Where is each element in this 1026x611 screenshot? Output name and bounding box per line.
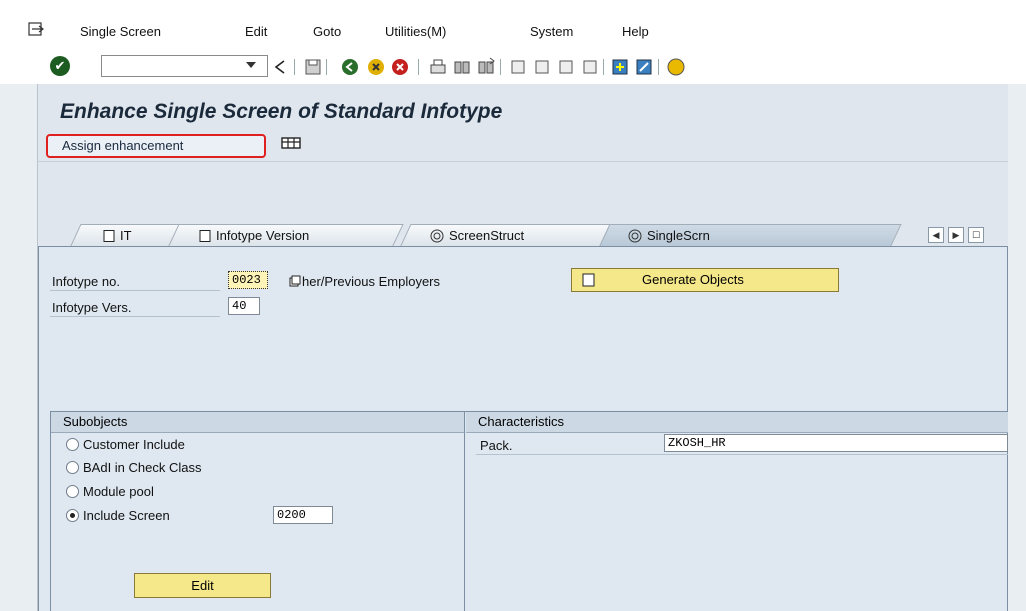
radio-badi-check-class[interactable] bbox=[66, 461, 79, 474]
infotype-vers-label: Infotype Vers. bbox=[52, 300, 132, 315]
last-page-icon[interactable] bbox=[580, 57, 600, 77]
cancel-red-icon[interactable] bbox=[390, 57, 410, 77]
assign-enhancement-button[interactable]: Assign enhancement bbox=[46, 134, 266, 158]
command-field[interactable] bbox=[101, 55, 268, 77]
infotype-vers-field[interactable]: 40 bbox=[228, 297, 260, 315]
assign-enhancement-label: Assign enhancement bbox=[62, 138, 184, 153]
separator bbox=[418, 59, 419, 75]
save-icon[interactable] bbox=[303, 57, 323, 77]
badi-check-class-label: BAdI in Check Class bbox=[83, 460, 202, 475]
spiral-icon bbox=[430, 229, 444, 242]
radio-module-pool[interactable] bbox=[66, 485, 79, 498]
document-icon bbox=[199, 229, 211, 242]
first-page-icon[interactable] bbox=[508, 57, 528, 77]
separator bbox=[326, 59, 327, 75]
next-page-icon[interactable] bbox=[556, 57, 576, 77]
include-screen-field[interactable]: 0200 bbox=[273, 506, 333, 524]
infotype-description: her/Previous Employers bbox=[302, 274, 440, 289]
radio-customer-include[interactable] bbox=[66, 438, 79, 451]
edit-button[interactable]: Edit bbox=[134, 573, 271, 598]
shortcut-icon[interactable] bbox=[634, 57, 654, 77]
find-next-icon[interactable] bbox=[476, 57, 496, 77]
separator bbox=[603, 59, 604, 75]
enter-check-icon[interactable]: ✔ bbox=[50, 56, 70, 76]
back-arrow-icon[interactable] bbox=[271, 57, 291, 77]
include-screen-label: Include Screen bbox=[83, 508, 170, 523]
tab-screenstruct-label[interactable]: ScreenStruct bbox=[430, 228, 524, 243]
tab-scroll-left-button[interactable]: ◀ bbox=[928, 227, 944, 243]
find-icon[interactable] bbox=[452, 57, 472, 77]
menu-icon[interactable] bbox=[28, 22, 46, 38]
separator bbox=[500, 59, 501, 75]
right-edge bbox=[1008, 84, 1026, 611]
menu-single-screen[interactable]: Single Screen bbox=[80, 24, 161, 39]
menu-system[interactable]: System bbox=[530, 24, 573, 39]
tab-list-button[interactable]: ☐ bbox=[968, 227, 984, 243]
page-title: Enhance Single Screen of Standard Infoty… bbox=[60, 100, 503, 123]
characteristics-header: Characteristics bbox=[466, 412, 1008, 433]
menu-goto[interactable]: Goto bbox=[313, 24, 341, 39]
generate-objects-label: Generate Objects bbox=[642, 272, 744, 287]
tab-scroll-right-button[interactable]: ▶ bbox=[948, 227, 964, 243]
help-icon[interactable] bbox=[666, 57, 686, 77]
tab-it-label[interactable]: IT bbox=[103, 228, 132, 243]
customer-include-label: Customer Include bbox=[83, 437, 185, 452]
pack-label: Pack. bbox=[480, 438, 513, 453]
new-session-icon[interactable] bbox=[610, 57, 630, 77]
radio-include-screen[interactable] bbox=[66, 509, 79, 522]
chevron-down-icon[interactable] bbox=[246, 62, 256, 68]
menu-help[interactable]: Help bbox=[622, 24, 649, 39]
pack-field[interactable]: ZKOSH_HR bbox=[664, 434, 1008, 452]
layout-icon[interactable] bbox=[281, 137, 301, 151]
standard-toolbar: ✔ bbox=[0, 50, 1026, 84]
separator bbox=[658, 59, 659, 75]
menu-edit[interactable]: Edit bbox=[245, 24, 267, 39]
infotype-no-label: Infotype no. bbox=[52, 274, 120, 289]
previous-page-icon[interactable] bbox=[532, 57, 552, 77]
copy-icon[interactable] bbox=[289, 275, 301, 287]
back-green-icon[interactable] bbox=[340, 57, 360, 77]
subobjects-header: Subobjects bbox=[51, 412, 464, 433]
print-icon[interactable] bbox=[428, 57, 448, 77]
generate-objects-button[interactable]: Generate Objects bbox=[571, 268, 839, 292]
spiral-icon bbox=[628, 229, 642, 242]
tab-infotype-version-label[interactable]: Infotype Version bbox=[199, 228, 309, 243]
menu-bar: Single Screen Edit Goto Utilities(M) Sys… bbox=[0, 0, 1026, 50]
exit-yellow-icon[interactable] bbox=[366, 57, 386, 77]
document-icon bbox=[582, 273, 595, 287]
separator bbox=[294, 59, 295, 75]
tab-singlescrn-label[interactable]: SingleScrn bbox=[628, 228, 710, 243]
menu-utilities[interactable]: Utilities(M) bbox=[385, 24, 446, 39]
document-icon bbox=[103, 229, 115, 242]
infotype-no-field[interactable]: 0023 bbox=[228, 271, 268, 289]
module-pool-label: Module pool bbox=[83, 484, 154, 499]
